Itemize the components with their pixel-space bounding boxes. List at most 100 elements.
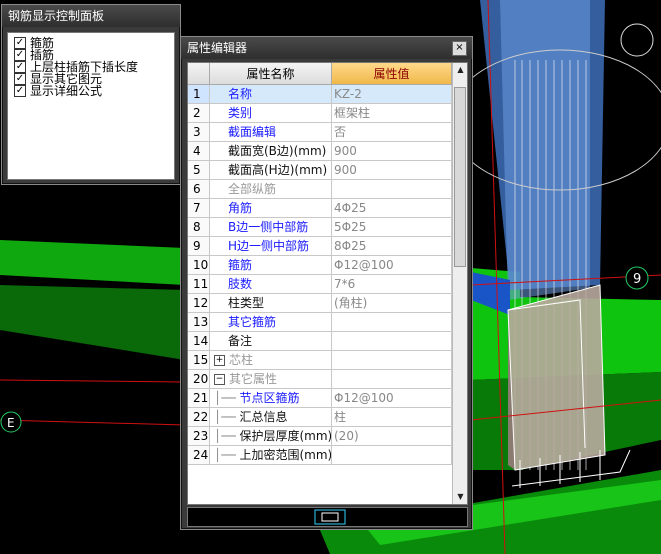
row-number: 2 <box>188 104 210 123</box>
property-row[interactable]: 9 H边一侧中部筋 8Φ25 <box>188 237 452 256</box>
row-number: 11 <box>188 275 210 294</box>
property-row[interactable]: 1 名称 KZ-2 <box>188 85 452 104</box>
property-name-text: 其它箍筋 <box>228 315 277 329</box>
property-value[interactable]: (角柱) <box>332 294 452 313</box>
property-row[interactable]: 23 │── 保护层厚度(mm) (20) <box>188 427 452 446</box>
property-row[interactable]: 24 │── 上加密范围(mm) <box>188 446 452 465</box>
property-name[interactable]: │── 上加密范围(mm) <box>210 446 332 465</box>
property-name[interactable]: 名称 <box>210 85 332 104</box>
property-name[interactable]: │── 保护层厚度(mm) <box>210 427 332 446</box>
property-value[interactable]: 8Φ25 <box>332 237 452 256</box>
property-value[interactable]: (20) <box>332 427 452 446</box>
expand-icon[interactable]: + <box>214 355 225 366</box>
property-row[interactable]: 8 B边一侧中部筋 5Φ25 <box>188 218 452 237</box>
property-row[interactable]: 22 │── 汇总信息柱 <box>188 408 452 427</box>
property-name[interactable]: 肢数 <box>210 275 332 294</box>
property-value[interactable]: Φ12@100 <box>332 256 452 275</box>
property-row[interactable]: 21 │── 节点区箍筋 Φ12@100 <box>188 389 452 408</box>
option-show-formula[interactable]: ✓ 显示详细公式 <box>14 85 102 97</box>
property-value[interactable] <box>332 332 452 351</box>
property-value[interactable]: 900 <box>332 142 452 161</box>
row-number: 14 <box>188 332 210 351</box>
property-name-text: 汇总信息 <box>239 410 288 424</box>
property-value[interactable] <box>332 446 452 465</box>
property-row[interactable]: 5 截面高(H边)(mm) 900 <box>188 161 452 180</box>
property-name[interactable]: │── 节点区箍筋 <box>210 389 332 408</box>
scrollbar-thumb[interactable] <box>454 87 466 267</box>
checkbox-upper-dowel-length[interactable]: ✓ <box>14 61 26 73</box>
property-name[interactable]: 柱类型 <box>210 294 332 313</box>
property-name-text: 保护层厚度(mm) <box>239 429 332 443</box>
property-name-text: 箍筋 <box>228 258 253 272</box>
property-row[interactable]: 3 截面编辑 否 <box>188 123 452 142</box>
property-value[interactable]: 框架柱 <box>332 104 452 123</box>
header-property-name[interactable]: 属性名称 <box>210 63 332 85</box>
property-value[interactable]: 5Φ25 <box>332 218 452 237</box>
property-row[interactable]: 10 箍筋 Φ12@100 <box>188 256 452 275</box>
property-row[interactable]: 12 柱类型 (角柱) <box>188 294 452 313</box>
rebar-panel-title[interactable]: 钢筋显示控制面板 <box>2 5 180 27</box>
property-name-text: 角筋 <box>228 201 253 215</box>
scroll-down-icon[interactable]: ▼ <box>453 490 467 504</box>
property-name-text: 备注 <box>228 334 253 348</box>
property-value[interactable]: 否 <box>332 123 452 142</box>
property-value[interactable]: Φ12@100 <box>332 389 452 408</box>
property-row[interactable]: 4 截面宽(B边)(mm) 900 <box>188 142 452 161</box>
property-value[interactable] <box>332 370 452 389</box>
property-name[interactable]: │── 汇总信息 <box>210 408 332 427</box>
property-row[interactable]: 13 其它箍筋 <box>188 313 452 332</box>
property-name[interactable]: 箍筋 <box>210 256 332 275</box>
row-number: 10 <box>188 256 210 275</box>
property-name[interactable]: 截面高(H边)(mm) <box>210 161 332 180</box>
property-row[interactable]: 2 类别 框架柱 <box>188 104 452 123</box>
header-property-value[interactable]: 属性值 <box>332 63 452 85</box>
property-name-text: H边一侧中部筋 <box>228 239 310 253</box>
property-value[interactable]: KZ-2 <box>332 85 452 104</box>
property-name-text: 肢数 <box>228 277 253 291</box>
tree-connector-icon: │── <box>214 410 240 424</box>
property-row[interactable]: 14 备注 <box>188 332 452 351</box>
property-value[interactable] <box>332 351 452 370</box>
property-name[interactable]: 类别 <box>210 104 332 123</box>
tree-connector-icon: │── <box>214 391 240 405</box>
property-value[interactable] <box>332 313 452 332</box>
property-name[interactable]: H边一侧中部筋 <box>210 237 332 256</box>
property-value[interactable] <box>332 180 452 199</box>
property-name[interactable]: 其它箍筋 <box>210 313 332 332</box>
property-name[interactable]: 备注 <box>210 332 332 351</box>
property-name-text: 柱类型 <box>228 296 265 310</box>
checkbox-show-formula[interactable]: ✓ <box>14 85 26 97</box>
property-row[interactable]: 11 肢数 7*6 <box>188 275 452 294</box>
property-value[interactable]: 柱 <box>332 408 452 427</box>
property-editor-title[interactable]: 属性编辑器 <box>181 37 472 59</box>
scroll-up-icon[interactable]: ▲ <box>453 63 467 77</box>
column-upper-front <box>500 0 590 300</box>
row-number: 7 <box>188 199 210 218</box>
property-row[interactable]: 6 全部纵筋 <box>188 180 452 199</box>
property-name[interactable]: 全部纵筋 <box>210 180 332 199</box>
property-value[interactable]: 7*6 <box>332 275 452 294</box>
checkbox-stirrup[interactable]: ✓ <box>14 37 26 49</box>
property-name[interactable]: − 其它属性 <box>210 370 332 389</box>
property-row[interactable]: 7 角筋 4Φ25 <box>188 199 452 218</box>
property-name[interactable]: B边一侧中部筋 <box>210 218 332 237</box>
property-row[interactable]: 20− 其它属性 <box>188 370 452 389</box>
close-button[interactable]: × <box>452 41 467 56</box>
rebar-display-panel: 钢筋显示控制面板 ✓ 箍筋 ✓ 插筋 ✓ 上层柱插筋下插长度 ✓ 显示其它图元 ✓ 显示详… <box>1 4 181 185</box>
property-name[interactable]: 截面编辑 <box>210 123 332 142</box>
property-row[interactable]: 15 + 芯柱 <box>188 351 452 370</box>
property-name[interactable]: + 芯柱 <box>210 351 332 370</box>
property-value[interactable]: 900 <box>332 161 452 180</box>
row-number: 20 <box>188 370 210 389</box>
property-name-text: 其它属性 <box>229 372 278 386</box>
collapse-icon[interactable]: − <box>214 374 225 385</box>
property-name[interactable]: 截面宽(B边)(mm) <box>210 142 332 161</box>
vertical-scrollbar[interactable]: ▲ ▼ <box>452 63 467 504</box>
axis-9-label: 9 <box>633 272 641 287</box>
property-name[interactable]: 角筋 <box>210 199 332 218</box>
checkbox-dowel[interactable]: ✓ <box>14 49 26 61</box>
checkbox-show-other[interactable]: ✓ <box>14 73 26 85</box>
row-number: 6 <box>188 180 210 199</box>
header-number <box>188 63 210 85</box>
property-value[interactable]: 4Φ25 <box>332 199 452 218</box>
